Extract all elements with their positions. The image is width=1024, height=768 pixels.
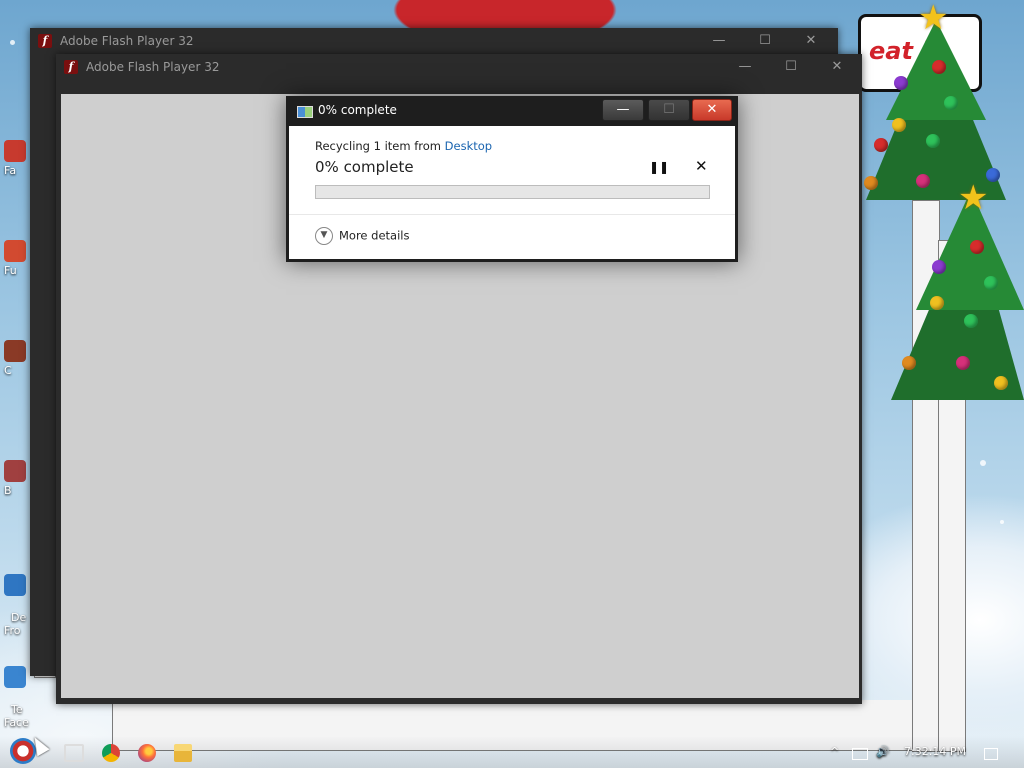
desktop-icon-label: Fu xyxy=(4,264,17,277)
progress-bar xyxy=(315,185,710,199)
app-icon xyxy=(4,460,26,482)
desktop-icon-label: De Fro xyxy=(4,611,27,637)
desktop-icon-label: B xyxy=(4,484,12,497)
desktop-icon-label: Fa xyxy=(4,164,17,177)
chevron-down-icon: ▼ xyxy=(315,227,333,245)
ornament xyxy=(986,168,1000,182)
ornament xyxy=(926,134,940,148)
maximize-button[interactable]: ☐ xyxy=(772,56,810,78)
ornament xyxy=(994,376,1008,390)
window-titlebar[interactable]: f Adobe Flash Player 32 — ☐ ✕ xyxy=(30,28,838,54)
star-icon: ★ xyxy=(958,178,989,218)
firefox-icon[interactable] xyxy=(138,744,156,762)
christmas-tree-decoration: ★ ★ xyxy=(846,0,1024,410)
close-button[interactable]: ✕ xyxy=(792,30,830,52)
volume-icon[interactable]: 🔊 xyxy=(876,745,890,758)
dialog-titlebar[interactable]: 0% complete — ☐ ✕ xyxy=(286,96,738,124)
desktop-icon[interactable]: B xyxy=(4,460,32,497)
minimize-button[interactable]: — xyxy=(602,99,644,121)
ornament xyxy=(864,176,878,190)
network-icon[interactable] xyxy=(852,748,868,760)
ornament xyxy=(964,314,978,328)
maximize-button[interactable]: ☐ xyxy=(648,99,690,121)
minimize-button[interactable]: — xyxy=(726,56,764,78)
window-titlebar[interactable]: f Adobe Flash Player 32 — ☐ ✕ xyxy=(56,54,862,80)
task-view-icon[interactable] xyxy=(64,744,84,762)
app-icon xyxy=(4,574,26,596)
dialog-title: 0% complete xyxy=(318,103,397,117)
notification-icon[interactable] xyxy=(984,748,998,760)
flash-icon: f xyxy=(64,60,78,74)
show-hidden-icons-chevron[interactable]: ^ xyxy=(830,745,839,758)
flash-icon: f xyxy=(38,34,52,48)
recycle-progress-dialog[interactable]: 0% complete — ☐ ✕ Recycling 1 item from … xyxy=(286,96,738,262)
snowflake xyxy=(1000,520,1004,524)
star-icon: ★ xyxy=(918,0,949,38)
window-title: Adobe Flash Player 32 xyxy=(86,60,220,74)
app-icon xyxy=(4,140,26,162)
desktop-icon[interactable]: Te Face xyxy=(4,640,32,729)
ornament xyxy=(984,276,998,290)
desktop-icon-label: C xyxy=(4,364,12,377)
desktop-icon-label: Te Face xyxy=(4,703,29,729)
ornament xyxy=(874,138,888,152)
app-icon xyxy=(4,666,26,688)
location-link[interactable]: Desktop xyxy=(445,139,492,153)
snowflake xyxy=(980,460,986,466)
close-button[interactable]: ✕ xyxy=(692,99,732,121)
desktop-icon[interactable]: Fu xyxy=(4,240,32,277)
snowflake xyxy=(10,40,15,45)
ornament xyxy=(956,356,970,370)
app-icon xyxy=(4,240,26,262)
desktop-icon[interactable]: De Fro xyxy=(4,548,32,637)
more-details-toggle[interactable]: ▼ More details xyxy=(315,227,409,245)
maximize-button[interactable]: ☐ xyxy=(746,30,784,52)
ornament xyxy=(894,76,908,90)
divider xyxy=(289,214,735,215)
ornament xyxy=(892,118,906,132)
dialog-body: Recycling 1 item from Desktop 0% complet… xyxy=(289,126,735,259)
progress-headline: 0% complete xyxy=(315,158,414,176)
ornament xyxy=(932,60,946,74)
ornament xyxy=(930,296,944,310)
status-line: Recycling 1 item from Desktop xyxy=(315,139,492,153)
app-icon xyxy=(4,340,26,362)
recycle-progress-icon xyxy=(297,106,313,118)
file-explorer-icon[interactable] xyxy=(174,744,192,762)
cancel-button[interactable]: ✕ xyxy=(695,157,708,175)
desktop-icon[interactable]: Fa xyxy=(4,140,32,177)
minimize-button[interactable]: — xyxy=(700,30,738,52)
ornament xyxy=(902,356,916,370)
chrome-icon[interactable] xyxy=(102,744,120,762)
ornament xyxy=(970,240,984,254)
desktop-icon[interactable]: C xyxy=(4,340,32,377)
pause-button[interactable]: ❚❚ xyxy=(649,160,669,174)
clock[interactable]: 7:32:14 PM xyxy=(904,745,966,758)
ornament xyxy=(932,260,946,274)
ornament xyxy=(944,96,958,110)
window-title: Adobe Flash Player 32 xyxy=(60,34,194,48)
more-details-label: More details xyxy=(339,228,410,243)
status-prefix: Recycling 1 item from xyxy=(315,139,445,153)
ornament xyxy=(916,174,930,188)
